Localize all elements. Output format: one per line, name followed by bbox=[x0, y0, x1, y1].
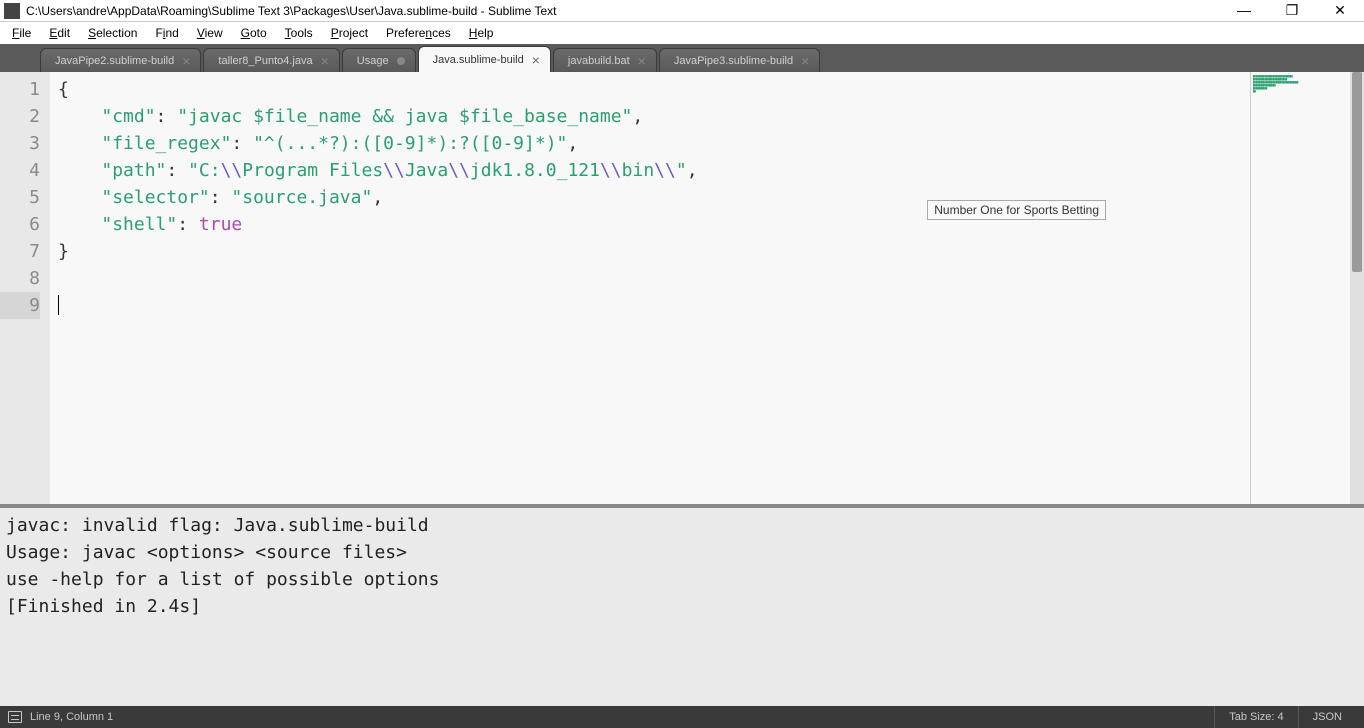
menu-selection[interactable]: Selection bbox=[80, 24, 145, 42]
menu-help[interactable]: Help bbox=[461, 24, 502, 42]
tab-label: taller8_Punto4.java bbox=[218, 55, 312, 67]
close-button[interactable]: ✕ bbox=[1328, 2, 1352, 19]
tab-javabuild-bat[interactable]: javabuild.bat × bbox=[553, 48, 657, 72]
tab-label: JavaPipe2.sublime-build bbox=[55, 55, 174, 67]
window-controls: — ❐ ✕ bbox=[1232, 2, 1360, 19]
line-number: 3 bbox=[0, 130, 40, 157]
tab-label: javabuild.bat bbox=[568, 55, 630, 67]
tab-javapipe3[interactable]: JavaPipe3.sublime-build × bbox=[659, 48, 820, 72]
tab-label: Usage bbox=[357, 55, 389, 67]
menu-edit[interactable]: Edit bbox=[41, 24, 78, 42]
tab-java-build[interactable]: Java.sublime-build × bbox=[418, 46, 551, 72]
close-icon[interactable]: × bbox=[532, 53, 540, 67]
tabbar: JavaPipe2.sublime-build × taller8_Punto4… bbox=[0, 44, 1364, 72]
line-number: 2 bbox=[0, 103, 40, 130]
app-icon bbox=[4, 3, 20, 19]
close-icon[interactable]: × bbox=[182, 54, 190, 68]
close-icon[interactable]: × bbox=[321, 54, 329, 68]
line-number: 5 bbox=[0, 184, 40, 211]
menu-find[interactable]: Find bbox=[147, 24, 186, 42]
statusbar: Line 9, Column 1 Tab Size: 4 JSON bbox=[0, 706, 1364, 728]
maximize-button[interactable]: ❐ bbox=[1280, 2, 1304, 19]
minimap[interactable]: ████████████████████████████ ███████████… bbox=[1250, 72, 1350, 504]
tab-label: JavaPipe3.sublime-build bbox=[674, 55, 793, 67]
build-output[interactable]: javac: invalid flag: Java.sublime-build … bbox=[0, 508, 1364, 706]
minimap-preview: ████████████████████████████ ███████████… bbox=[1253, 76, 1298, 94]
titlebar: C:\Users\andre\AppData\Roaming\Sublime T… bbox=[0, 0, 1364, 22]
minimize-button[interactable]: — bbox=[1232, 2, 1256, 19]
tab-taller8[interactable]: taller8_Punto4.java × bbox=[203, 48, 339, 72]
editor: 1 2 3 4 5 6 7 8 9 { "cmd": "javac $file_… bbox=[0, 72, 1364, 504]
panel-switcher-icon[interactable] bbox=[8, 711, 22, 723]
status-syntax[interactable]: JSON bbox=[1298, 706, 1356, 728]
line-number: 1 bbox=[0, 76, 40, 103]
line-number: 9 bbox=[0, 292, 40, 319]
menubar: File Edit Selection Find View Goto Tools… bbox=[0, 22, 1364, 44]
vertical-scrollbar[interactable] bbox=[1350, 72, 1364, 504]
menu-project[interactable]: Project bbox=[323, 24, 376, 42]
tab-javapipe2[interactable]: JavaPipe2.sublime-build × bbox=[40, 48, 201, 72]
window-title: C:\Users\andre\AppData\Roaming\Sublime T… bbox=[26, 4, 1232, 18]
dirty-icon bbox=[397, 57, 405, 65]
line-number: 7 bbox=[0, 238, 40, 265]
line-number: 8 bbox=[0, 265, 40, 292]
tooltip: Number One for Sports Betting bbox=[927, 200, 1106, 220]
line-number: 6 bbox=[0, 211, 40, 238]
text-cursor bbox=[58, 295, 59, 315]
menu-preferences[interactable]: Preferences bbox=[378, 24, 459, 42]
code-area[interactable]: { "cmd": "javac $file_name && java $file… bbox=[50, 72, 1250, 504]
gutter: 1 2 3 4 5 6 7 8 9 bbox=[0, 72, 50, 504]
close-icon[interactable]: × bbox=[638, 54, 646, 68]
status-position: Line 9, Column 1 bbox=[30, 711, 1214, 723]
close-icon[interactable]: × bbox=[801, 54, 809, 68]
tab-label: Java.sublime-build bbox=[433, 54, 524, 66]
scroll-thumb[interactable] bbox=[1352, 72, 1362, 272]
menu-goto[interactable]: Goto bbox=[233, 24, 275, 42]
menu-file[interactable]: File bbox=[4, 24, 39, 42]
status-tab-size[interactable]: Tab Size: 4 bbox=[1214, 706, 1297, 728]
menu-tools[interactable]: Tools bbox=[277, 24, 321, 42]
menu-view[interactable]: View bbox=[189, 24, 231, 42]
line-number: 4 bbox=[0, 157, 40, 184]
tab-usage[interactable]: Usage bbox=[342, 48, 416, 72]
